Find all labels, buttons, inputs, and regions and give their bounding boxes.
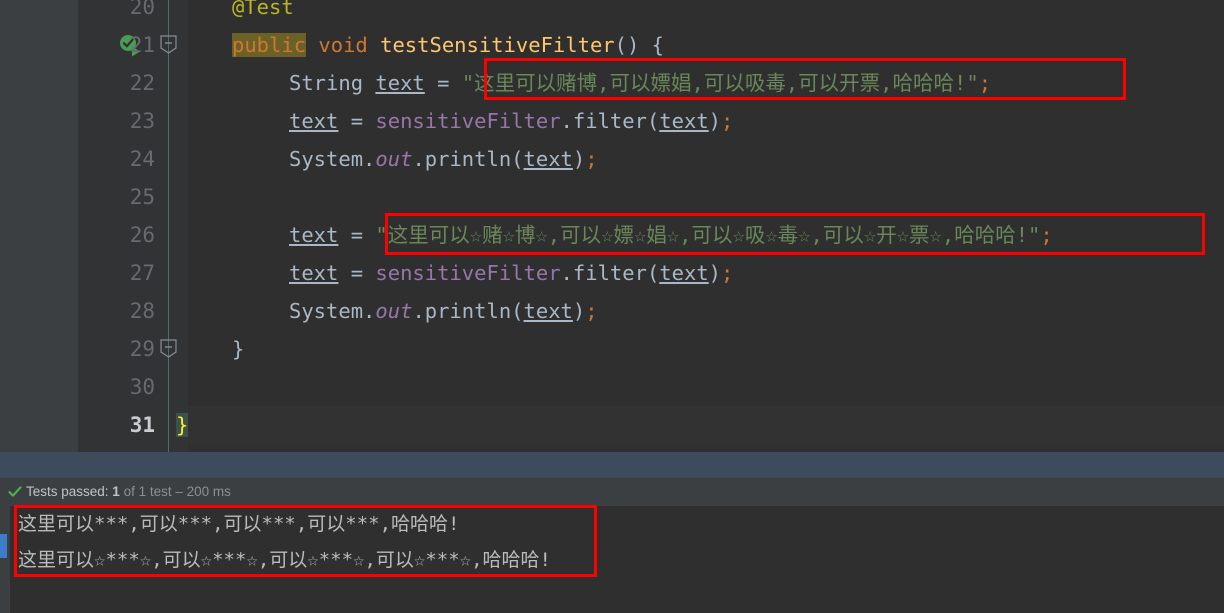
code-token: text xyxy=(659,261,709,285)
code-token: @Test xyxy=(232,0,294,19)
code-token: text xyxy=(375,71,425,95)
test-status-count: 1 xyxy=(112,484,120,499)
code-token: = xyxy=(338,223,376,247)
ide-window: 20 @Test 21 public void testSensitiveFilter… xyxy=(0,0,1224,613)
code-token: text xyxy=(659,109,709,133)
test-runner-toolbar[interactable] xyxy=(0,452,1224,478)
console-output-line: 这里可以***,可以***,可以***,可以***,哈哈哈! xyxy=(18,513,460,535)
editor-line[interactable]: 30 xyxy=(0,368,1224,406)
test-status-prefix: Tests passed: xyxy=(26,484,113,499)
code-token: text xyxy=(523,147,573,171)
code-token: text xyxy=(289,261,339,285)
editor-line[interactable]: 24 System.out.println(text); xyxy=(0,140,1224,178)
code-text: text = "这里可以☆赌☆博☆,可以☆嫖☆娼☆,可以☆吸☆毒☆,可以☆开☆票… xyxy=(289,216,1053,254)
test-status-bar: Tests passed: 1 of 1 test – 200 ms xyxy=(0,478,1224,506)
editor-line[interactable]: 20 @Test xyxy=(0,0,1224,26)
code-token: System. xyxy=(289,147,376,171)
line-number: 25 xyxy=(129,185,155,209)
editor-line[interactable]: 21 public void testSensitiveFilter() { xyxy=(0,26,1224,64)
code-token: } xyxy=(232,337,245,361)
code-token: () { xyxy=(614,33,664,57)
code-text: public void testSensitiveFilter() { xyxy=(232,26,664,64)
code-token: testSensitiveFilter xyxy=(380,33,615,57)
console-output-area[interactable]: 这里可以***,可以***,可以***,可以***,哈哈哈! 这里可以☆***☆… xyxy=(0,506,1224,613)
code-token: } xyxy=(176,413,189,437)
editor-line[interactable]: 26 text = "这里可以☆赌☆博☆,可以☆嫖☆娼☆,可以☆吸☆毒☆,可以☆开… xyxy=(0,216,1224,254)
console-gutter xyxy=(0,506,10,613)
test-status-suffix: of 1 test – 200 ms xyxy=(119,484,231,499)
code-token: ) xyxy=(572,299,586,323)
editor-line[interactable]: 28 System.out.println(text); xyxy=(0,292,1224,330)
code-token: = xyxy=(424,71,462,95)
code-token: .filter( xyxy=(560,261,660,285)
code-text: text = sensitiveFilter.filter(text); xyxy=(289,254,733,292)
code-token: public xyxy=(232,33,307,57)
line-number: 21 xyxy=(129,33,155,57)
code-text: String text = "这里可以赌博,可以嫖娼,可以吸毒,可以开票,哈哈哈… xyxy=(289,64,991,102)
code-token: String xyxy=(289,71,376,95)
line-number: 24 xyxy=(129,147,155,171)
code-token: ; xyxy=(978,71,992,95)
code-text: } xyxy=(232,330,244,368)
line-number: 23 xyxy=(129,109,155,133)
code-token: "这里可以☆赌☆博☆,可以☆嫖☆娼☆,可以☆吸☆毒☆,可以☆开☆票☆,哈哈哈!" xyxy=(375,223,1041,247)
code-token: ) xyxy=(708,109,722,133)
code-text: System.out.println(text); xyxy=(289,292,598,330)
line-number: 26 xyxy=(129,223,155,247)
code-token: ; xyxy=(721,109,734,133)
code-token: text xyxy=(289,223,339,247)
code-token: out xyxy=(375,299,413,323)
checkmark-icon xyxy=(8,486,22,497)
code-text: } xyxy=(176,406,189,444)
code-token: .println( xyxy=(412,147,524,171)
editor-line[interactable]: 25 xyxy=(0,178,1224,216)
code-token: out xyxy=(375,147,413,171)
code-token: text xyxy=(523,299,573,323)
line-number: 30 xyxy=(129,375,155,399)
code-token: void xyxy=(318,33,368,57)
line-number: 29 xyxy=(129,337,155,361)
editor-line[interactable]: 23 text = sensitiveFilter.filter(text); xyxy=(0,102,1224,140)
editor-line[interactable]: 27 text = sensitiveFilter.filter(text); xyxy=(0,254,1224,292)
code-token: ; xyxy=(721,261,734,285)
console-line-marker xyxy=(0,534,7,558)
test-status-text: Tests passed: 1 of 1 test – 200 ms xyxy=(26,478,231,506)
line-number: 20 xyxy=(129,0,155,19)
code-editor[interactable]: 20 @Test 21 public void testSensitiveFilter… xyxy=(0,0,1224,452)
code-token: ; xyxy=(585,147,598,171)
code-token: System. xyxy=(289,299,376,323)
editor-line[interactable]: 22 String text = "这里可以赌博,可以嫖娼,可以吸毒,可以开票,哈… xyxy=(0,64,1224,102)
code-token: sensitiveFilter xyxy=(375,109,561,133)
editor-line[interactable]: 29} xyxy=(0,330,1224,368)
test-results-panel: Tests passed: 1 of 1 test – 200 ms 这里可以*… xyxy=(0,478,1224,613)
line-number: 31 xyxy=(129,413,155,437)
line-number: 22 xyxy=(129,71,155,95)
code-text: System.out.println(text); xyxy=(289,140,598,178)
code-text: text = sensitiveFilter.filter(text); xyxy=(289,102,733,140)
code-text: @Test xyxy=(232,0,294,26)
code-token: = xyxy=(338,109,376,133)
code-token: .filter( xyxy=(560,109,660,133)
editor-line[interactable]: 31} xyxy=(0,406,1224,444)
code-token: ) xyxy=(572,147,586,171)
code-token: "这里可以赌博,可以嫖娼,可以吸毒,可以开票,哈哈哈!" xyxy=(461,71,979,95)
line-number: 27 xyxy=(129,261,155,285)
code-token: ) xyxy=(708,261,722,285)
code-token: text xyxy=(289,109,339,133)
line-number: 28 xyxy=(129,299,155,323)
console-output-line: 这里可以☆***☆,可以☆***☆,可以☆***☆,可以☆***☆,哈哈哈! xyxy=(18,549,551,571)
code-token: = xyxy=(338,261,376,285)
code-token: ; xyxy=(585,299,598,323)
code-token: sensitiveFilter xyxy=(375,261,561,285)
code-token: ; xyxy=(1040,223,1053,247)
code-token: .println( xyxy=(412,299,524,323)
